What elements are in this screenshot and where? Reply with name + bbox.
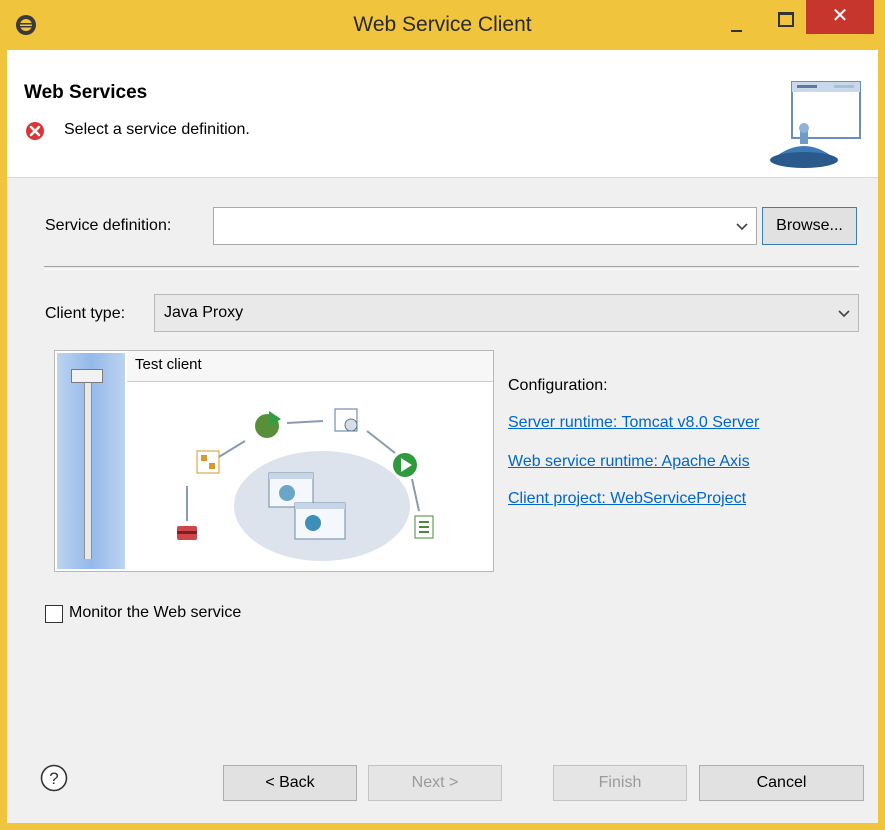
chevron-down-icon bbox=[838, 310, 850, 318]
server-runtime-link[interactable]: Server runtime: Tomcat v8.0 Server bbox=[508, 414, 759, 432]
title-bar[interactable]: Web Service Client ✕ bbox=[0, 0, 885, 50]
client-type-value: Java Proxy bbox=[164, 304, 244, 321]
client-level-preview: Test client bbox=[127, 351, 493, 571]
service-gear-icon bbox=[334, 408, 358, 432]
wizard-window: Web Service Client ✕ Web Services Select… bbox=[0, 0, 885, 830]
error-icon bbox=[26, 122, 44, 140]
page-title: Web Services bbox=[24, 82, 148, 103]
globe-run-icon bbox=[255, 411, 281, 438]
service-definition-label: Service definition: bbox=[45, 217, 172, 234]
client-level-label: Test client bbox=[135, 356, 202, 373]
header-message: Select a service definition. bbox=[64, 121, 250, 138]
svg-text:?: ? bbox=[49, 769, 58, 788]
wizard-header: Web Services Select a service definition… bbox=[7, 50, 878, 178]
client-project-link[interactable]: Client project: WebServiceProject bbox=[508, 490, 746, 508]
web-service-wizard-icon bbox=[770, 81, 861, 168]
help-icon[interactable]: ? bbox=[40, 764, 68, 792]
document-icon bbox=[414, 515, 434, 539]
configuration-heading: Configuration: bbox=[508, 377, 608, 394]
service-definition-combo[interactable] bbox=[213, 207, 757, 245]
cancel-button[interactable]: Cancel bbox=[699, 765, 864, 801]
preview-label-bar: Test client bbox=[127, 351, 493, 382]
browse-button[interactable]: Browse... bbox=[762, 207, 857, 245]
finish-button[interactable]: Finish bbox=[553, 765, 687, 801]
toolbox-icon bbox=[177, 526, 197, 540]
client-level-slider[interactable] bbox=[57, 353, 125, 569]
dialog-body: Web Services Select a service definition… bbox=[7, 50, 878, 823]
close-button[interactable]: ✕ bbox=[806, 0, 874, 34]
slider-rail bbox=[84, 381, 92, 559]
web-service-runtime-link[interactable]: Web service runtime: Apache Axis bbox=[508, 453, 750, 471]
separator bbox=[44, 266, 859, 270]
client-type-label: Client type: bbox=[45, 305, 126, 322]
back-button[interactable]: < Back bbox=[223, 765, 357, 801]
client-level-panel: Test client bbox=[54, 350, 494, 572]
minimize-button[interactable] bbox=[722, 14, 752, 36]
play-icon bbox=[393, 453, 417, 477]
slider-thumb[interactable] bbox=[71, 369, 103, 383]
maximize-button[interactable] bbox=[770, 8, 800, 30]
monitor-checkbox[interactable] bbox=[45, 605, 63, 623]
next-button[interactable]: Next > bbox=[368, 765, 502, 801]
chevron-down-icon bbox=[736, 223, 748, 231]
monitor-label: Monitor the Web service bbox=[69, 604, 242, 621]
client-type-combo[interactable]: Java Proxy bbox=[154, 294, 859, 332]
package-icon bbox=[196, 450, 220, 474]
window-title: Web Service Client bbox=[353, 13, 532, 36]
client-lifecycle-diagram bbox=[177, 408, 434, 561]
